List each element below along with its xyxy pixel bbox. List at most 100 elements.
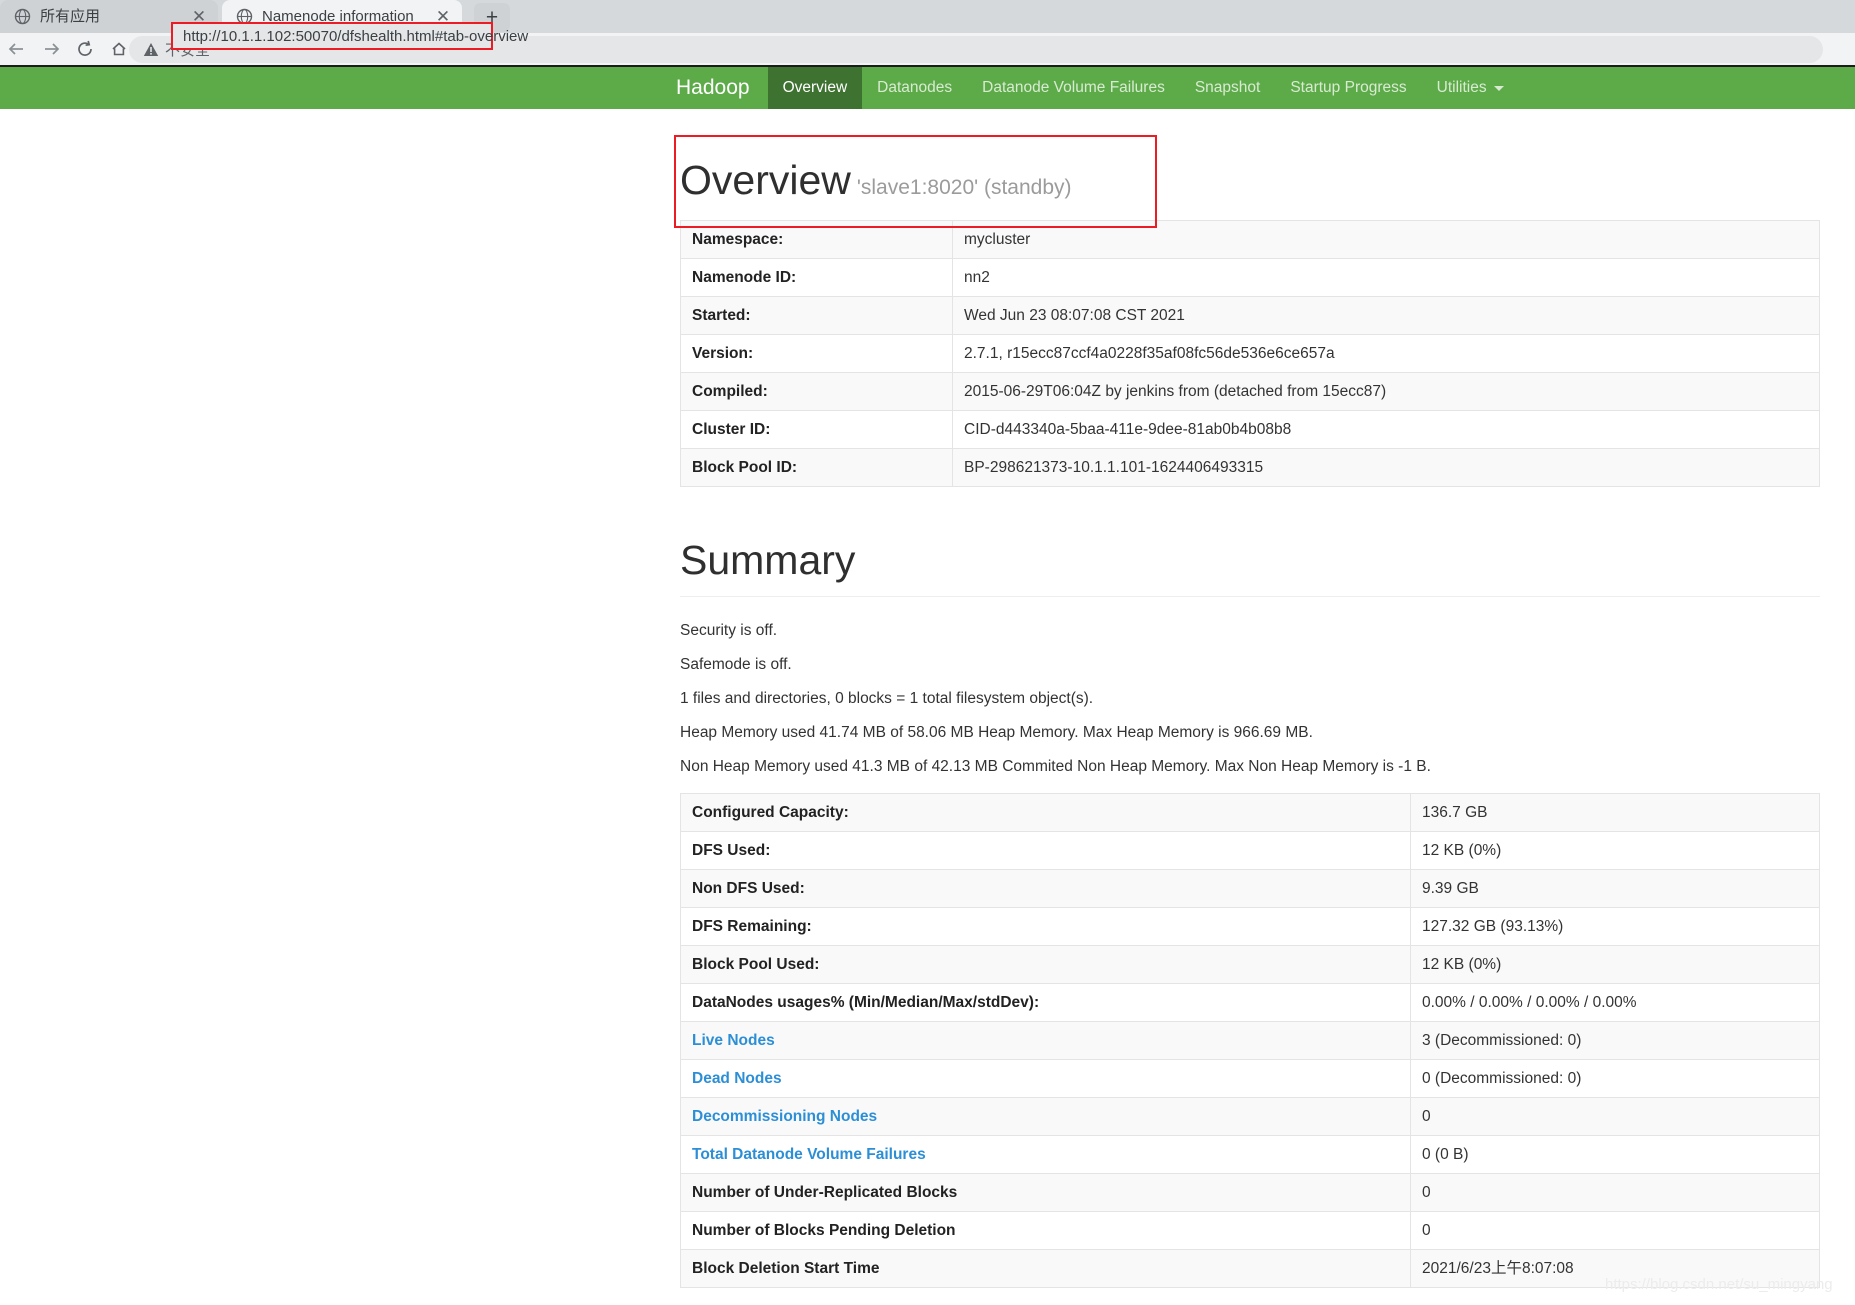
row-value: 0 (1410, 1097, 1820, 1136)
nav-item-snapshot[interactable]: Snapshot (1180, 67, 1276, 109)
nav-item-label: Snapshot (1194, 79, 1261, 96)
row-key-link[interactable]: Decommissioning Nodes (680, 1097, 1411, 1136)
table-row: Non DFS Used: 9.39 GB (680, 869, 1820, 908)
nav-item-label: Datanode Volume Failures (982, 79, 1165, 96)
row-key: Configured Capacity: (680, 793, 1411, 832)
reload-icon[interactable] (68, 34, 102, 64)
row-value: 0.00% / 0.00% / 0.00% / 0.00% (1410, 983, 1820, 1022)
row-key: Block Pool Used: (680, 945, 1411, 984)
link-dead-nodes[interactable]: Dead Nodes (692, 1070, 782, 1087)
nav-item-datanodes[interactable]: Datanodes (862, 67, 967, 109)
row-key: Block Deletion Start Time (680, 1249, 1411, 1288)
nav-item-label: Datanodes (877, 79, 953, 96)
link-decommissioning-nodes[interactable]: Decommissioning Nodes (692, 1108, 877, 1125)
hadoop-navbar: Hadoop Overview Datanodes Datanode Volum… (0, 65, 1855, 109)
summary-line: Heap Memory used 41.74 MB of 58.06 MB He… (680, 724, 1313, 741)
row-value: 3 (Decommissioned: 0) (1410, 1021, 1820, 1060)
row-value: BP-298621373-10.1.1.101-1624406493315 (952, 448, 1820, 487)
nav-item-startup-progress[interactable]: Startup Progress (1275, 67, 1421, 109)
summary-line: Security is off. (680, 622, 778, 639)
table-row: Block Pool ID: BP-298621373-10.1.1.101-1… (680, 448, 1820, 487)
page-title-text: Overview (680, 157, 851, 203)
table-row: Block Pool Used: 12 KB (0%) (680, 945, 1820, 984)
forward-icon[interactable] (34, 34, 68, 64)
brand-hadoop[interactable]: Hadoop (676, 67, 768, 109)
table-row: Dead Nodes 0 (Decommissioned: 0) (680, 1059, 1820, 1098)
nav-item-label: Startup Progress (1290, 79, 1407, 96)
summary-line: 1 files and directories, 0 blocks = 1 to… (680, 690, 1094, 707)
table-row: Started: Wed Jun 23 08:07:08 CST 2021 (680, 296, 1820, 335)
table-row: Compiled: 2015-06-29T06:04Z by jenkins f… (680, 372, 1820, 411)
summary-line: Safemode is off. (680, 656, 792, 673)
row-value: CID-d443340a-5baa-411e-9dee-81ab0b4b08b8 (952, 410, 1820, 449)
table-row: DFS Used: 12 KB (0%) (680, 831, 1820, 870)
url-highlight-box[interactable]: http://10.1.1.102:50070/dfshealth.html#t… (171, 22, 528, 50)
row-key: Block Pool ID: (680, 448, 953, 487)
summary-table: Configured Capacity: 136.7 GB DFS Used: … (680, 793, 1820, 1288)
table-row: Namespace: mycluster (680, 220, 1820, 259)
table-row: Namenode ID: nn2 (680, 258, 1820, 297)
page-content: Overview'slave1:8020' (standby) Namespac… (0, 109, 1855, 1288)
row-key-link[interactable]: Live Nodes (680, 1021, 1411, 1060)
page-title: Overview'slave1:8020' (standby) (680, 109, 1820, 210)
url-text: http://10.1.1.102:50070/dfshealth.html#t… (183, 27, 529, 45)
browser-chrome: 所有应用 ✕ Namenode information ✕ + 不安全 http… (0, 0, 1855, 65)
nav-item-label: Overview (782, 79, 848, 96)
row-value: 0 (1410, 1173, 1820, 1212)
row-value: 2015-06-29T06:04Z by jenkins from (detac… (952, 372, 1820, 411)
watermark: https://blog.csdn.net/su_mingyang (1605, 1276, 1833, 1293)
table-row: Configured Capacity: 136.7 GB (680, 793, 1820, 832)
row-key: DFS Remaining: (680, 907, 1411, 946)
row-value: 12 KB (0%) (1410, 945, 1820, 984)
link-total-datanode-volume-failures[interactable]: Total Datanode Volume Failures (692, 1146, 926, 1163)
row-key: Started: (680, 296, 953, 335)
link-live-nodes[interactable]: Live Nodes (692, 1032, 775, 1049)
page-title-subtext: 'slave1:8020' (standby) (856, 176, 1072, 199)
row-value: 2.7.1, r15ecc87ccf4a0228f35af08fc56de536… (952, 334, 1820, 373)
table-row: Number of Blocks Pending Deletion 0 (680, 1211, 1820, 1250)
warning-triangle-icon (143, 42, 159, 57)
navbar-inner: Hadoop Overview Datanodes Datanode Volum… (0, 67, 1855, 109)
table-row: Number of Under-Replicated Blocks 0 (680, 1173, 1820, 1212)
row-key-link[interactable]: Dead Nodes (680, 1059, 1411, 1098)
nav-item-datanode-volume-failures[interactable]: Datanode Volume Failures (967, 67, 1180, 109)
row-key-link[interactable]: Total Datanode Volume Failures (680, 1135, 1411, 1174)
row-key: Cluster ID: (680, 410, 953, 449)
row-value: 127.32 GB (93.13%) (1410, 907, 1820, 946)
row-key: Namenode ID: (680, 258, 953, 297)
row-value: 9.39 GB (1410, 869, 1820, 908)
table-row: DataNodes usages% (Min/Median/Max/stdDev… (680, 983, 1820, 1022)
table-row: Cluster ID: CID-d443340a-5baa-411e-9dee-… (680, 410, 1820, 449)
row-key: DataNodes usages% (Min/Median/Max/stdDev… (680, 983, 1411, 1022)
row-value: mycluster (952, 220, 1820, 259)
overview-table: Namespace: mycluster Namenode ID: nn2 St… (680, 220, 1820, 487)
globe-icon (14, 8, 31, 25)
content-container: Overview'slave1:8020' (standby) Namespac… (674, 109, 1820, 1288)
row-value: 12 KB (0%) (1410, 831, 1820, 870)
row-value: 0 (0 B) (1410, 1135, 1820, 1174)
row-value: 136.7 GB (1410, 793, 1820, 832)
row-key: Number of Under-Replicated Blocks (680, 1173, 1411, 1212)
row-key: Compiled: (680, 372, 953, 411)
nav-item-overview[interactable]: Overview (767, 67, 863, 109)
back-icon[interactable] (0, 34, 34, 64)
table-row: Live Nodes 3 (Decommissioned: 0) (680, 1021, 1820, 1060)
row-key: Namespace: (680, 220, 953, 259)
row-value: nn2 (952, 258, 1820, 297)
table-row: Version: 2.7.1, r15ecc87ccf4a0228f35af08… (680, 334, 1820, 373)
row-value: Wed Jun 23 08:07:08 CST 2021 (952, 296, 1820, 335)
nav-item-label: Utilities (1436, 79, 1487, 96)
chevron-down-icon (1493, 85, 1504, 91)
summary-text-block: Security is off. Safemode is off. 1 file… (680, 597, 1820, 783)
row-key: Version: (680, 334, 953, 373)
row-key: Number of Blocks Pending Deletion (680, 1211, 1411, 1250)
table-row: DFS Remaining: 127.32 GB (93.13%) (680, 907, 1820, 946)
row-key: Non DFS Used: (680, 869, 1411, 908)
summary-line: Non Heap Memory used 41.3 MB of 42.13 MB… (680, 758, 1431, 775)
row-value: 0 (1410, 1211, 1820, 1250)
summary-title: Summary (680, 537, 856, 583)
row-value: 0 (Decommissioned: 0) (1410, 1059, 1820, 1098)
nav-item-utilities[interactable]: Utilities (1422, 67, 1519, 109)
table-row: Total Datanode Volume Failures 0 (0 B) (680, 1135, 1820, 1174)
browser-tab-title: 所有应用 (40, 8, 101, 25)
